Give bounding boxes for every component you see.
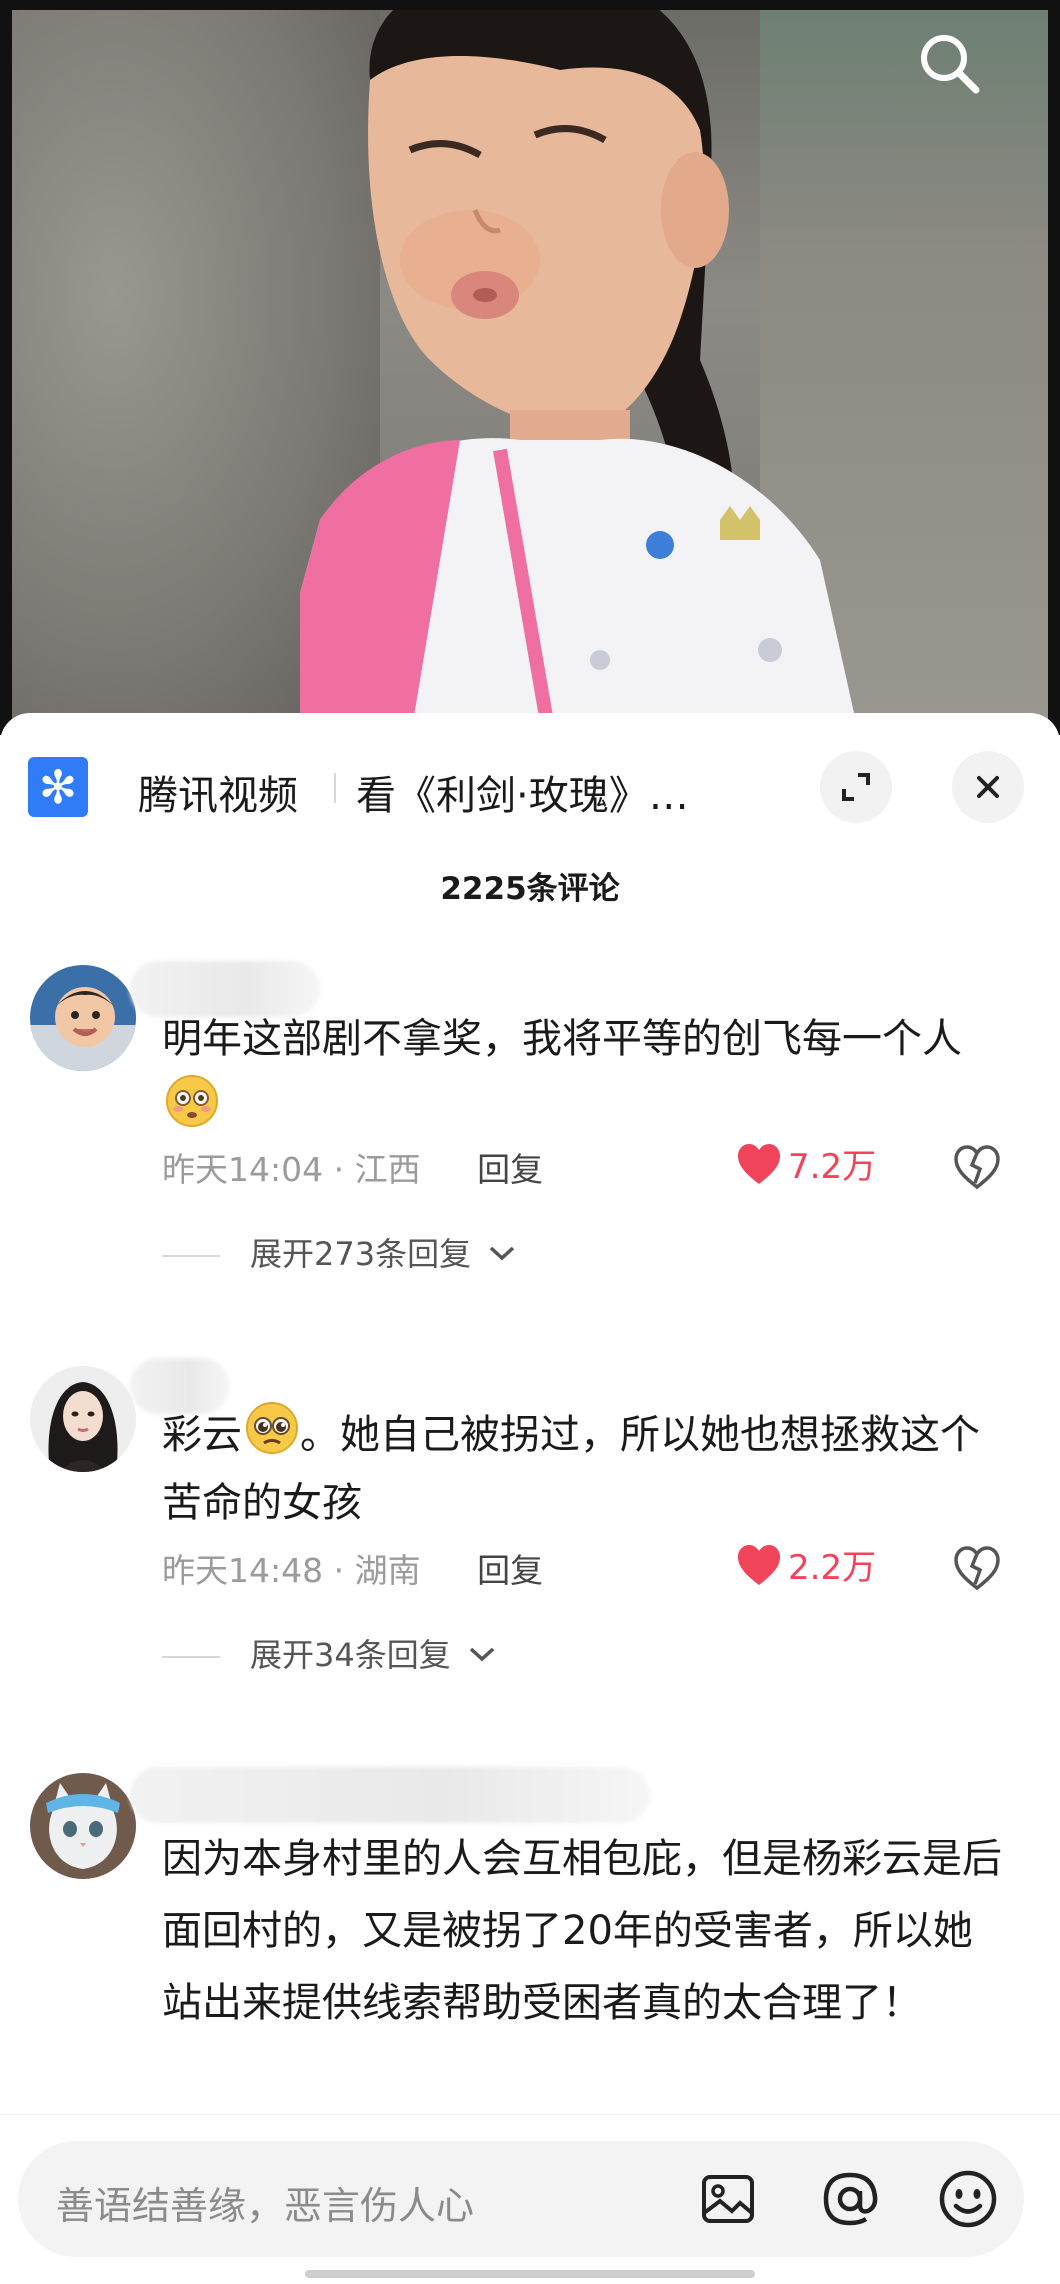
reply-button[interactable]: 回复: [477, 1551, 543, 1590]
like-button[interactable]: 2.2万: [736, 1540, 876, 1589]
video-frame-edge: [0, 0, 1060, 735]
source-divider: [334, 773, 336, 803]
expand-replies-button[interactable]: 展开34条回复: [162, 1630, 497, 1676]
close-icon: [977, 776, 999, 798]
expand-line: [162, 1656, 220, 1658]
expand-replies-button[interactable]: 展开273条回复: [162, 1229, 517, 1275]
heart-icon: [738, 1144, 780, 1184]
search-icon[interactable]: [912, 26, 988, 102]
comment-time: 昨天14:04: [162, 1150, 324, 1189]
source-app-name[interactable]: 腾讯视频: [138, 763, 298, 821]
expand-line: [162, 1255, 220, 1257]
comment-time: 昨天14:48: [162, 1551, 324, 1590]
meta-dot: ·: [333, 1551, 355, 1590]
comment-text-body: 明年这部剧不拿奖，我将平等的创飞每一个人: [162, 1016, 962, 1062]
comment-input-bar: 善语结善缘，恶言伤人心: [0, 2114, 1060, 2284]
chevron-down-icon: [490, 1246, 515, 1261]
comment-count-title: 2225条评论: [440, 871, 620, 907]
comment-text-body: 因为本身村里的人会互相包庇，但是杨彩云是后面回村的，又是被拐了20年的受害者，所…: [162, 1836, 1002, 2026]
comment-sheet: ✻ 腾讯视频 看《利剑·玫瑰》… 2225条评论 明年这部剧不拿奖，我将平等的创…: [0, 713, 1060, 2284]
username-blurred[interactable]: [130, 1767, 650, 1823]
reply-button[interactable]: 回复: [477, 1150, 543, 1189]
avatar[interactable]: [30, 1366, 136, 1472]
comment-meta: 昨天14:04 · 江西 回复: [162, 1143, 543, 1191]
avatar[interactable]: [30, 965, 136, 1071]
like-button[interactable]: 7.2万: [736, 1139, 876, 1188]
meta-dot: ·: [333, 1150, 355, 1189]
heart-icon: [738, 1545, 780, 1585]
comment-meta: 昨天14:48 · 湖南 回复: [162, 1544, 543, 1592]
comment-location: 湖南: [354, 1551, 421, 1590]
expand-replies-label: 展开273条回复: [250, 1235, 472, 1273]
dislike-icon[interactable]: [952, 1544, 1002, 1592]
source-video-title[interactable]: 看《利剑·玫瑰》…: [356, 763, 728, 821]
tencent-video-logo-icon: ✻: [28, 757, 88, 817]
video-player[interactable]: [0, 0, 1060, 735]
chevron-down-icon: [469, 1647, 495, 1662]
like-count: 2.2万: [788, 1548, 877, 1588]
smiley-icon[interactable]: [936, 2167, 1000, 2231]
comment-text: 明年这部剧不拿奖，我将平等的创飞每一个人: [162, 1005, 1008, 1142]
avatar[interactable]: [30, 1773, 136, 1879]
comment-location: 江西: [354, 1150, 421, 1189]
home-indicator[interactable]: [305, 2270, 755, 2278]
close-button[interactable]: [952, 751, 1024, 823]
comment-text: 因为本身村里的人会互相包庇，但是杨彩云是后面回村的，又是被拐了20年的受害者，所…: [162, 1823, 1008, 2039]
at-icon[interactable]: [818, 2167, 882, 2231]
image-icon[interactable]: [696, 2167, 760, 2231]
expand-button[interactable]: [820, 751, 892, 823]
comment-text: 彩云 。她自己被拐过，所以她也想拯救这个苦命的女孩: [162, 1400, 1008, 1537]
like-count: 7.2万: [788, 1147, 877, 1187]
flushed-face-emoji: [166, 1075, 218, 1127]
comment-text-before-emoji: 彩云: [162, 1412, 242, 1458]
pleading-face-emoji: [246, 1402, 298, 1454]
expand-replies-label: 展开34条回复: [250, 1636, 451, 1674]
expand-icon: [842, 773, 870, 801]
comment-input-placeholder: 善语结善缘，恶言伤人心: [56, 2184, 475, 2228]
comment-input[interactable]: 善语结善缘，恶言伤人心: [18, 2141, 1024, 2257]
dislike-icon[interactable]: [952, 1143, 1002, 1191]
